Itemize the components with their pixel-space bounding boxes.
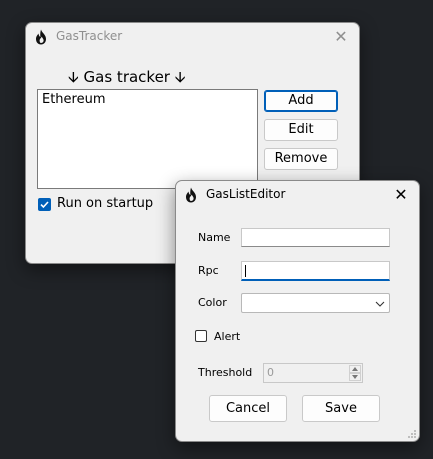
gaslisteditor-dialog: GasListEditor ✕ Name Rpc Color Alert Thr… bbox=[175, 180, 420, 442]
window-title: GasTracker bbox=[56, 29, 123, 43]
alert-label: Alert bbox=[214, 330, 241, 343]
title-bar[interactable]: GasTracker ✕ bbox=[26, 23, 359, 51]
checkmark-icon bbox=[40, 201, 49, 209]
rpc-label: Rpc bbox=[198, 264, 219, 277]
dialog-title-bar[interactable]: GasListEditor ✕ bbox=[176, 181, 419, 209]
threshold-label: Threshold bbox=[198, 366, 253, 379]
name-input[interactable] bbox=[241, 228, 390, 247]
tracker-listbox[interactable]: Ethereum bbox=[37, 89, 258, 189]
flame-icon bbox=[36, 29, 46, 45]
save-button[interactable]: Save bbox=[302, 395, 380, 422]
chevron-down-icon bbox=[375, 301, 385, 307]
run-on-startup-label: Run on startup bbox=[57, 196, 154, 211]
remove-button[interactable]: Remove bbox=[264, 148, 338, 170]
dialog-title: GasListEditor bbox=[206, 187, 286, 201]
stepper-down-button[interactable] bbox=[349, 373, 361, 381]
edit-button[interactable]: Edit bbox=[264, 119, 338, 141]
run-on-startup-checkbox[interactable] bbox=[38, 198, 51, 211]
rpc-input[interactable] bbox=[241, 261, 390, 281]
color-dropdown[interactable] bbox=[241, 293, 390, 313]
threshold-stepper[interactable]: 0 bbox=[263, 363, 363, 383]
close-icon: ✕ bbox=[334, 27, 348, 46]
triangle-down-icon bbox=[352, 375, 358, 379]
stepper-up-button[interactable] bbox=[349, 365, 361, 373]
name-label: Name bbox=[198, 231, 231, 244]
close-icon: ✕ bbox=[394, 185, 408, 204]
dialog-close-button[interactable]: ✕ bbox=[383, 181, 419, 209]
triangle-up-icon bbox=[352, 367, 358, 371]
text-caret bbox=[245, 265, 246, 277]
list-item[interactable]: Ethereum bbox=[42, 92, 106, 107]
flame-icon bbox=[186, 187, 196, 203]
color-label: Color bbox=[198, 296, 227, 309]
cancel-button[interactable]: Cancel bbox=[209, 395, 287, 422]
alert-checkbox[interactable] bbox=[195, 330, 207, 342]
close-button[interactable]: ✕ bbox=[323, 23, 359, 51]
resize-grip-icon[interactable] bbox=[407, 429, 417, 439]
add-button[interactable]: Add bbox=[264, 90, 338, 112]
